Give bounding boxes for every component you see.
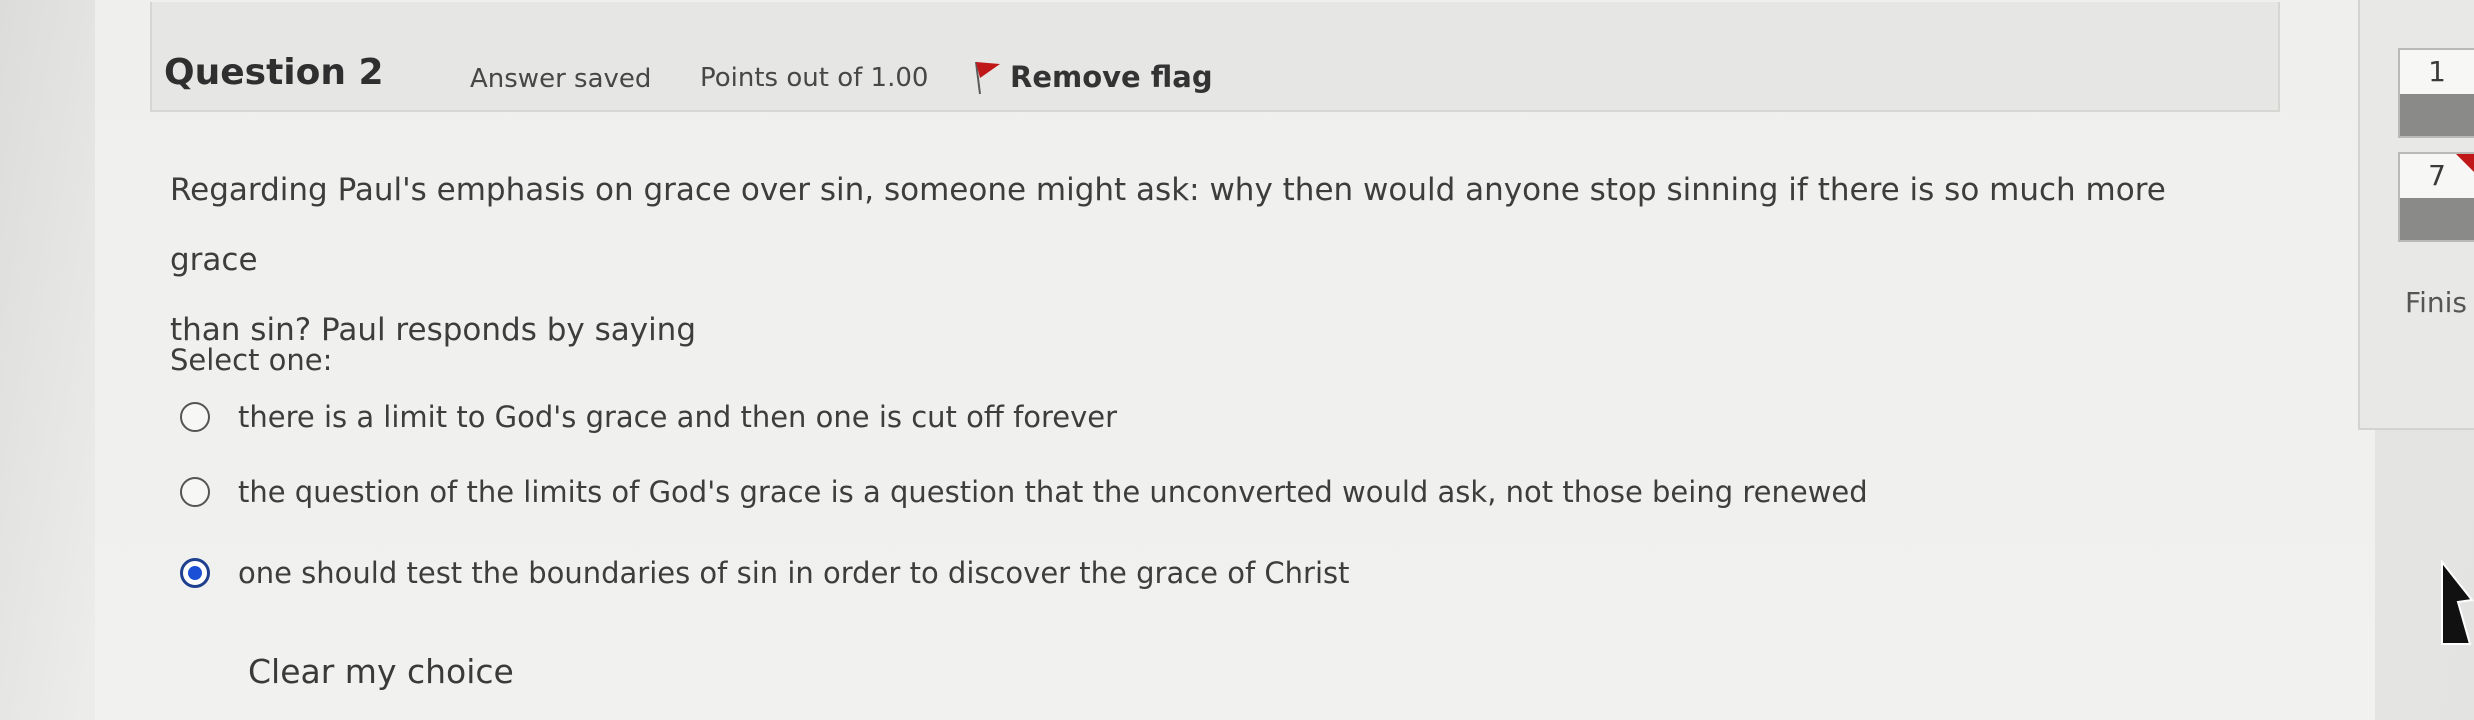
nav-question-1-answered-fill — [2400, 94, 2474, 136]
answer-option-3[interactable]: one should test the boundaries of sin in… — [180, 556, 1350, 590]
question-grade: Points out of 1.00 — [700, 63, 929, 93]
quiz-page: Question 2 Answer saved Points out of 1.… — [0, 0, 2474, 720]
clear-choice-link[interactable]: Clear my choice — [248, 652, 514, 691]
quiz-navigation-panel: 1 7 — [2358, 0, 2474, 430]
nav-question-7-button[interactable]: 7 — [2398, 152, 2474, 242]
question-text-line-2: than sin? Paul responds by saying — [170, 312, 697, 348]
question-info-bar: Question 2 Answer saved Points out of 1.… — [150, 2, 2280, 112]
flag-icon — [975, 61, 1000, 95]
answer-option-1[interactable]: there is a limit to God's grace and then… — [180, 400, 1117, 434]
option-2-label[interactable]: the question of the limits of God's grac… — [238, 475, 1868, 509]
question-text: Regarding Paul's emphasis on grace over … — [170, 155, 2230, 365]
select-one-prompt: Select one: — [170, 343, 333, 377]
option-1-label[interactable]: there is a limit to God's grace and then… — [238, 400, 1117, 434]
flagged-corner-icon — [2456, 154, 2474, 172]
answer-option-2[interactable]: the question of the limits of God's grac… — [180, 475, 1868, 509]
finish-attempt-link[interactable]: Finis — [2405, 286, 2467, 319]
remove-flag-label: Remove flag — [1010, 60, 1213, 94]
option-2-radio[interactable] — [180, 477, 210, 507]
nav-question-1-button[interactable]: 1 — [2398, 48, 2474, 138]
answer-state: Answer saved — [470, 64, 652, 94]
nav-question-7-answered-fill — [2400, 198, 2474, 240]
remove-flag-button[interactable]: Remove flag — [972, 58, 1213, 96]
question-number: Question 2 — [164, 52, 384, 93]
mouse-pointer-icon — [2441, 560, 2474, 645]
option-3-label[interactable]: one should test the boundaries of sin in… — [238, 556, 1350, 590]
nav-question-1-number: 1 — [2400, 50, 2474, 94]
option-3-radio[interactable] — [180, 558, 210, 588]
option-1-radio[interactable] — [180, 402, 210, 432]
question-text-line-1: Regarding Paul's emphasis on grace over … — [170, 172, 2166, 278]
